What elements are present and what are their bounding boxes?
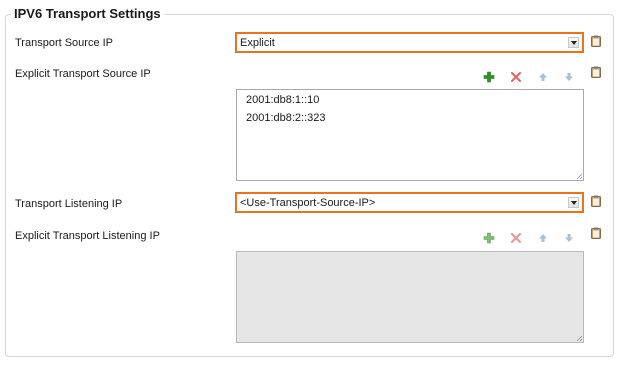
clipboard-icon[interactable] — [591, 227, 601, 239]
section-title: IPV6 Transport Settings — [11, 6, 164, 21]
resize-grip-icon[interactable] — [576, 173, 582, 179]
arrow-up-icon — [532, 229, 554, 247]
chevron-down-icon[interactable] — [568, 197, 579, 208]
transport-source-ip-label: Transport Source IP — [15, 37, 114, 49]
explicit-transport-source-ip-label: Explicit Transport Source IP — [15, 68, 151, 80]
transport-listening-ip-select[interactable]: <Use-Transport-Source-IP> — [235, 192, 584, 213]
clipboard-icon[interactable] — [591, 66, 601, 78]
transport-listening-ip-label: Transport Listening IP — [15, 198, 123, 210]
transport-source-ip-select[interactable]: Explicit — [235, 32, 584, 53]
list-item[interactable]: 2001:db8:2::323 — [246, 112, 326, 124]
plus-icon — [478, 229, 500, 247]
source-ip-list-toolbar — [478, 68, 584, 88]
x-icon — [505, 229, 527, 247]
x-icon[interactable] — [505, 68, 527, 86]
transport-source-ip-value: Explicit — [240, 37, 275, 49]
arrow-down-icon — [558, 229, 580, 247]
clipboard-icon[interactable] — [591, 35, 601, 47]
listening-ip-list-toolbar — [478, 229, 584, 249]
plus-icon[interactable] — [478, 68, 500, 86]
chevron-down-icon[interactable] — [568, 37, 579, 48]
transport-listening-ip-value: <Use-Transport-Source-IP> — [240, 197, 376, 209]
explicit-transport-listening-ip-label: Explicit Transport Listening IP — [15, 230, 160, 242]
arrow-up-icon[interactable] — [532, 68, 554, 86]
explicit-transport-source-ip-list[interactable]: 2001:db8:1::10 2001:db8:2::323 — [236, 89, 584, 181]
resize-grip-icon — [576, 335, 582, 341]
list-item[interactable]: 2001:db8:1::10 — [246, 94, 319, 106]
clipboard-icon[interactable] — [591, 195, 601, 207]
explicit-transport-listening-ip-list — [236, 251, 584, 343]
arrow-down-icon[interactable] — [558, 68, 580, 86]
